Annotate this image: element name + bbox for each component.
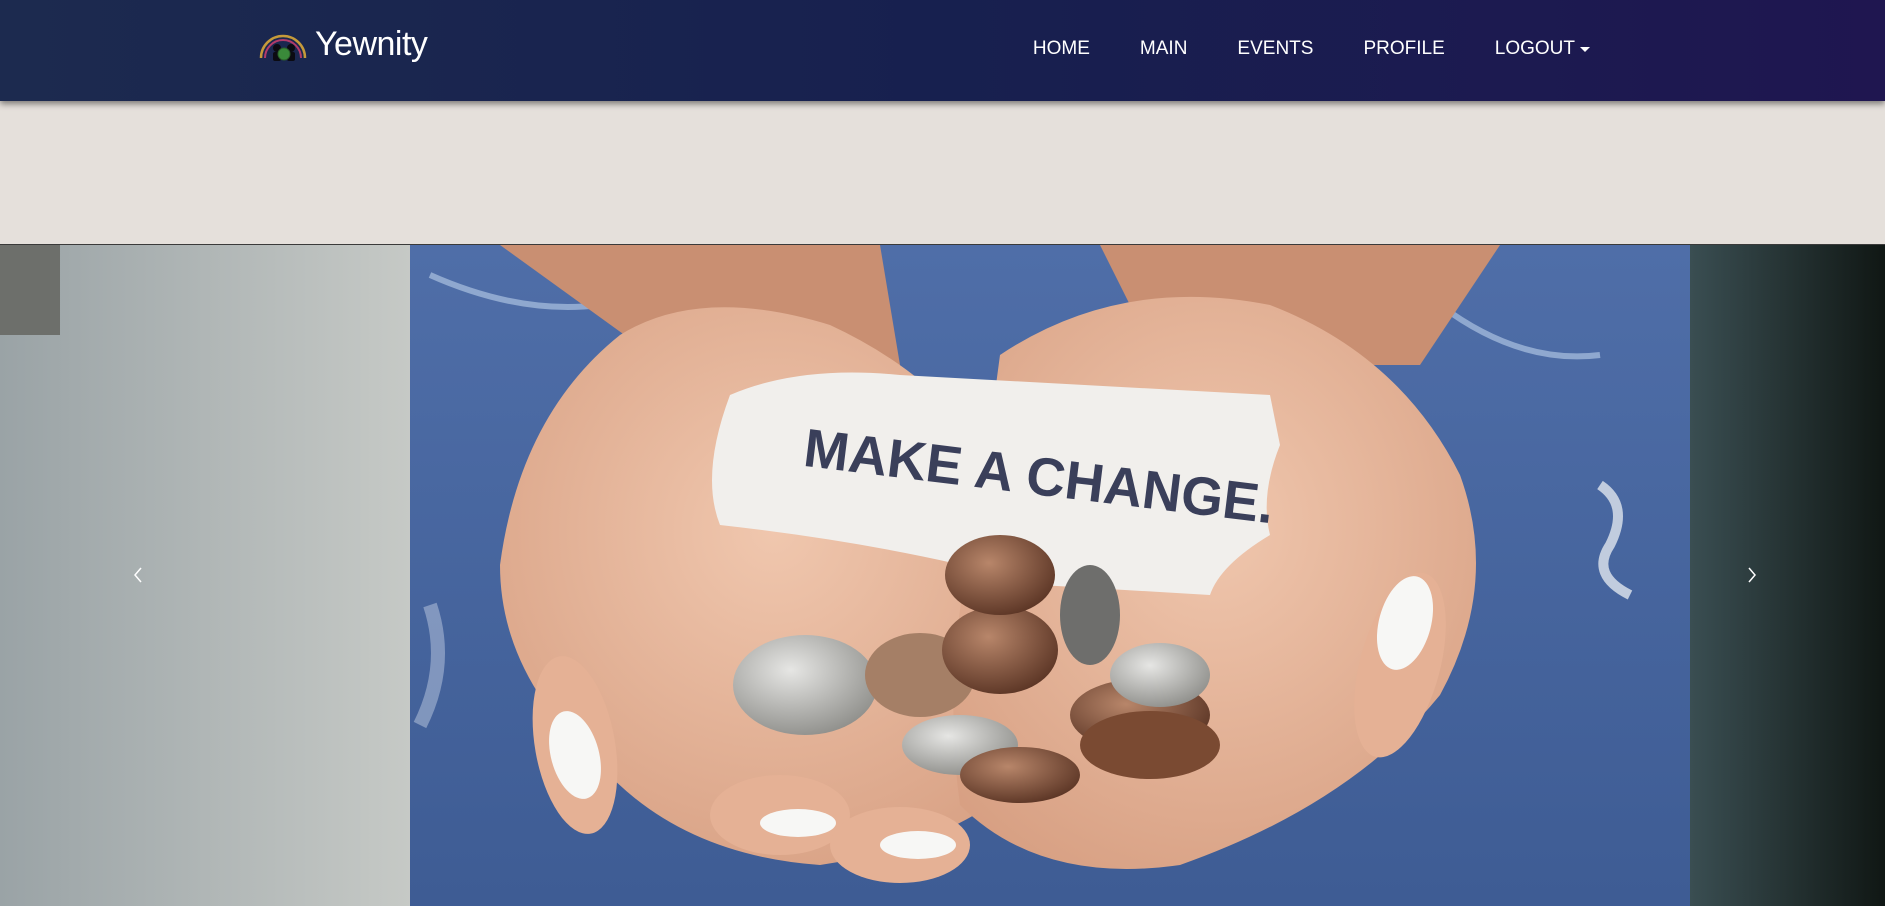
nav-main[interactable]: MAIN	[1115, 36, 1213, 62]
nav-profile[interactable]: PROFILE	[1338, 36, 1469, 62]
hero-carousel: MAKE A CHANGE.	[0, 244, 1885, 906]
nav-home[interactable]: HOME	[1008, 36, 1115, 62]
caret-down-icon	[1580, 46, 1590, 52]
chevron-left-icon	[134, 567, 142, 583]
top-navbar: Yewnity HOME MAIN EVENTS PROFILE LOGOUT	[0, 0, 1885, 101]
chevron-right-icon	[1748, 567, 1756, 583]
spacer-band	[0, 101, 1885, 245]
nav-events[interactable]: EVENTS	[1212, 36, 1338, 62]
brand-link[interactable]: Yewnity	[255, 22, 428, 66]
carousel-next-button[interactable]	[1722, 545, 1782, 605]
nav-logout-label: LOGOUT	[1494, 38, 1575, 59]
yewnity-logo-icon	[259, 34, 307, 61]
nav-logout-dropdown[interactable]: LOGOUT	[1470, 36, 1615, 62]
hero-image: MAKE A CHANGE.	[0, 245, 1885, 906]
carousel-prev-button[interactable]	[108, 545, 168, 605]
main-nav: HOME MAIN EVENTS PROFILE LOGOUT	[1008, 36, 1615, 62]
brand-name: Yewnity	[315, 25, 428, 63]
